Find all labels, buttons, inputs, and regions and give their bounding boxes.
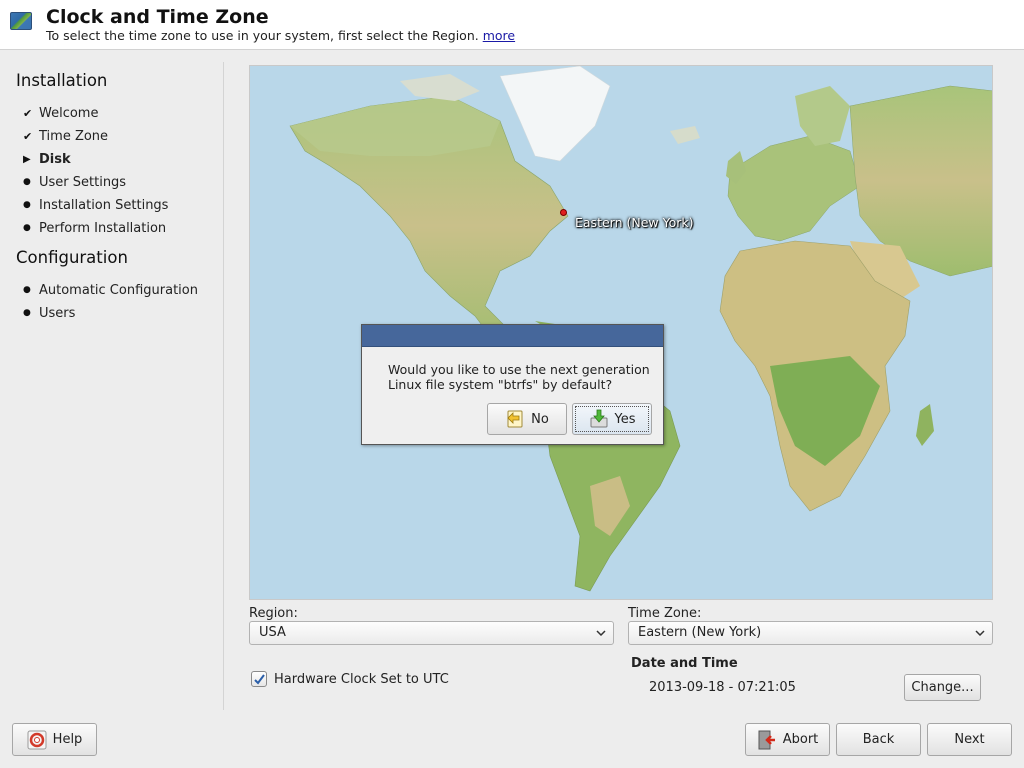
step-perform-installation: ● Perform Installation [23,218,166,238]
change-button-label: Change... [911,680,974,695]
selected-zone-marker [560,209,567,216]
date-time-title: Date and Time [631,656,738,671]
installation-section-title: Installation [16,71,108,90]
bullet-icon: ● [23,308,31,318]
step-label: Welcome [39,105,99,121]
change-button[interactable]: Change... [904,674,981,701]
step-label: Time Zone [39,128,109,144]
world-map-icon [10,12,32,30]
bullet-icon: ● [23,177,31,187]
sidebar-divider [223,62,224,710]
region-select[interactable]: USA [249,621,614,645]
step-label: Disk [39,151,71,167]
more-link[interactable]: more [483,28,515,43]
next-button[interactable]: Next [927,723,1012,756]
help-button[interactable]: Help [12,723,97,756]
step-user-settings: ● User Settings [23,172,126,192]
steps-sidebar: Installation ✔ Welcome ✔ Time Zone ▶ Dis… [0,51,224,711]
install-download-icon [589,409,609,429]
back-button-label: Back [862,732,895,747]
chevron-down-icon [975,630,985,637]
timezone-select[interactable]: Eastern (New York) [628,621,993,645]
checkmark-icon: ✔ [23,129,33,143]
chevron-down-icon [596,630,606,637]
abort-button-label: Abort [782,732,819,747]
yes-button[interactable]: Yes [572,403,652,435]
step-welcome: ✔ Welcome [23,103,98,123]
hw-clock-label[interactable]: Hardware Clock Set to UTC [274,672,449,687]
header-bar: Clock and Time Zone To select the time z… [0,0,1024,50]
dialog-message-line: Linux file system "btrfs" by default? [388,377,613,392]
step-label: Automatic Configuration [39,282,198,298]
undo-arrow-icon [505,409,525,429]
checkmark-icon: ✔ [23,106,33,120]
step-time-zone: ✔ Time Zone [23,126,108,146]
step-disk: ▶ Disk [23,149,71,169]
help-button-label: Help [52,732,83,747]
current-step-arrow-icon: ▶ [23,153,31,165]
selected-zone-label: Eastern (New York) [575,215,694,230]
no-button[interactable]: No [487,403,567,435]
abort-button[interactable]: Abort [745,723,830,756]
dialog-titlebar[interactable] [362,325,663,347]
step-automatic-configuration: ● Automatic Configuration [23,280,198,300]
date-time-value: 2013-09-18 - 07:21:05 [649,680,796,695]
timezone-value: Eastern (New York) [638,625,762,640]
bullet-icon: ● [23,285,31,295]
checkmark-icon [254,674,265,685]
btrfs-dialog: Would you like to use the next generatio… [361,324,664,445]
hw-clock-checkbox[interactable] [251,671,267,687]
page-subtitle: To select the time zone to use in your s… [46,28,515,43]
exit-door-icon [757,730,777,750]
page-title: Clock and Time Zone [46,6,269,28]
yes-button-label: Yes [614,411,636,427]
step-installation-settings: ● Installation Settings [23,195,168,215]
dialog-message: Would you like to use the next generatio… [388,362,650,392]
lifebuoy-icon [27,730,47,750]
no-button-label: No [531,411,549,427]
bullet-icon: ● [23,200,31,210]
dialog-message-line: Would you like to use the next generatio… [388,362,650,377]
subtitle-text: To select the time zone to use in your s… [46,28,479,43]
next-button-label: Next [954,732,985,747]
step-label: Perform Installation [39,220,167,236]
step-label: Users [39,305,76,321]
step-label: Installation Settings [39,197,169,213]
bullet-icon: ● [23,223,31,233]
region-value: USA [259,625,286,640]
region-label: Region: [249,606,298,621]
step-users: ● Users [23,303,75,323]
step-label: User Settings [39,174,127,190]
back-button[interactable]: Back [836,723,921,756]
timezone-label: Time Zone: [628,606,702,621]
configuration-section-title: Configuration [16,248,128,267]
